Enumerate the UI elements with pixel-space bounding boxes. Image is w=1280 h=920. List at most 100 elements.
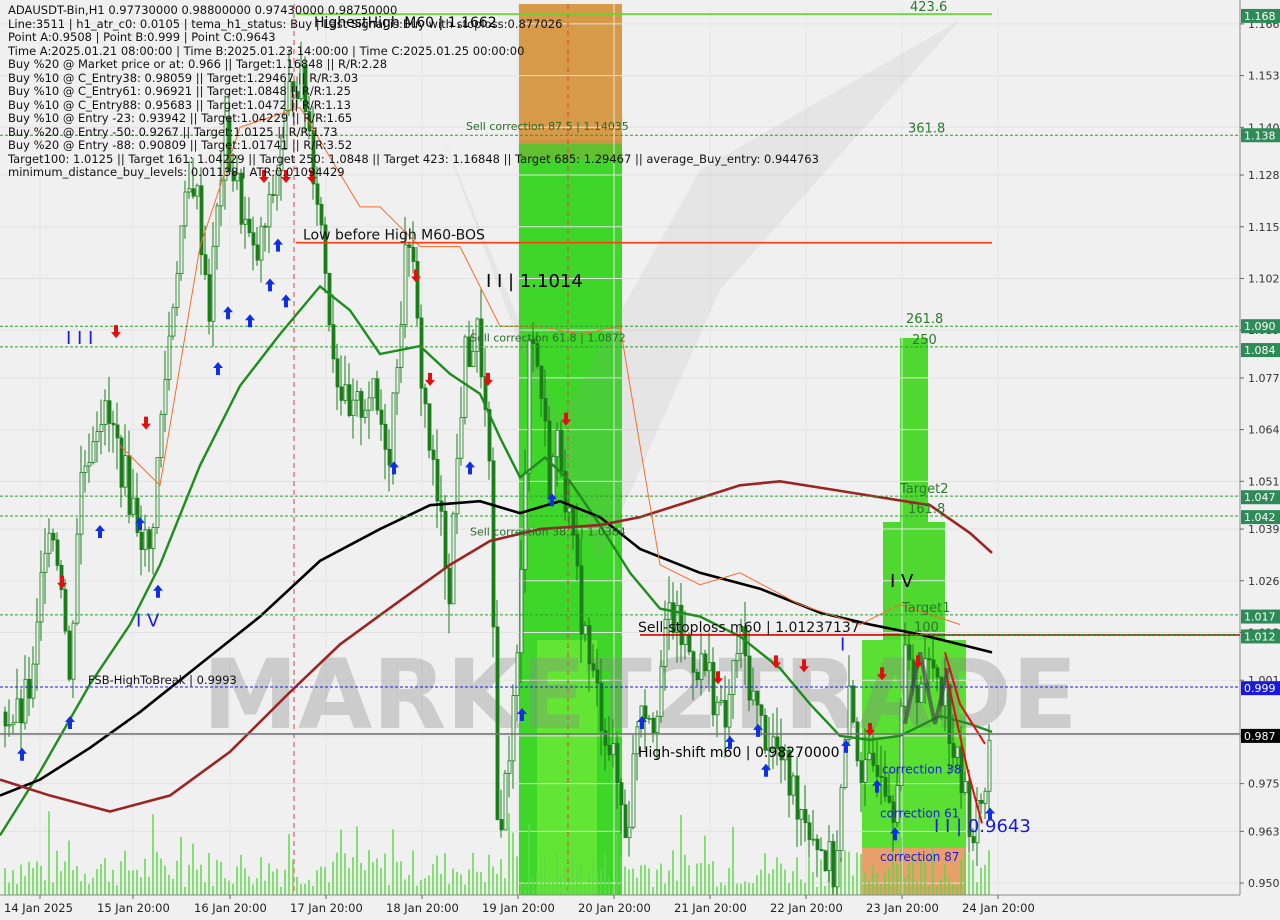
info-line: Buy %20 @ Entry -50: 0.9267 || Target:1.… xyxy=(8,124,338,139)
volume-bar xyxy=(820,859,822,895)
volume-bar xyxy=(28,862,30,895)
volume-bar xyxy=(684,854,686,895)
volume-bar xyxy=(88,883,90,895)
candle-body xyxy=(579,565,584,635)
volume-bar xyxy=(896,863,898,895)
volume-bar xyxy=(348,868,350,895)
volume-bar xyxy=(872,865,874,895)
candle-body xyxy=(619,782,624,806)
price-badge-label: 0.987 xyxy=(1244,730,1276,743)
volume-bar xyxy=(544,856,546,895)
level-label-target2: Target2 xyxy=(899,482,949,497)
volume-bar xyxy=(548,876,550,895)
price-tick-label: 1.128 xyxy=(1248,169,1280,182)
volume-bar xyxy=(972,860,974,895)
volume-bar xyxy=(516,856,518,895)
candle-body xyxy=(983,790,988,804)
volume-bar xyxy=(376,858,378,895)
volume-bar xyxy=(396,861,398,895)
candle-body xyxy=(23,678,28,724)
info-line: Line:3511 | h1_atr_c0: 0.0105 | tema_h1_… xyxy=(8,16,563,31)
volume-bar xyxy=(608,877,610,895)
candle-body xyxy=(251,232,256,246)
volume-bar xyxy=(392,829,394,895)
candle-body xyxy=(711,662,716,716)
candle-body xyxy=(423,387,428,405)
volume-bar xyxy=(380,867,382,895)
candle-body xyxy=(99,424,104,433)
candle-body xyxy=(495,626,500,820)
volume-bar xyxy=(676,880,678,895)
volume-bar xyxy=(976,882,978,895)
candle-body xyxy=(463,336,468,418)
volume-bar xyxy=(224,878,226,895)
volume-bar xyxy=(264,880,266,895)
volume-bar xyxy=(764,853,766,895)
candle-body xyxy=(555,429,560,458)
candle-body xyxy=(11,721,16,726)
candle-body xyxy=(499,819,504,831)
candle-body xyxy=(191,188,196,197)
volume-bar xyxy=(796,857,798,895)
annotation-label: Sell correction 38.2 | 1.0384 xyxy=(470,525,626,538)
volume-bar xyxy=(76,866,78,895)
volume-bar xyxy=(188,864,190,895)
volume-bar xyxy=(664,883,666,895)
volume-bar xyxy=(748,882,750,895)
volume-bar xyxy=(928,886,930,895)
volume-bar xyxy=(168,874,170,895)
price-badge-label: 1.138 xyxy=(1244,129,1276,142)
time-tick-label: 24 Jan 20:00 xyxy=(962,901,1035,915)
volume-bar xyxy=(980,867,982,895)
candle-body xyxy=(479,318,484,378)
candle-body xyxy=(731,660,736,695)
volume-bar xyxy=(536,874,538,895)
candle-body xyxy=(83,465,88,473)
volume-bar xyxy=(312,885,314,895)
candle-body xyxy=(863,759,868,783)
candle-body xyxy=(107,400,112,424)
volume-bar xyxy=(236,866,238,895)
candle-body xyxy=(3,711,8,727)
annotation-label: correction 87 xyxy=(880,850,959,864)
volume-bar xyxy=(72,870,74,895)
candle-body xyxy=(715,701,720,716)
volume-bar xyxy=(668,870,670,895)
level-label-sell-stoploss: Sell-stoploss m60 | 1.01237137 xyxy=(638,620,860,636)
candle-body xyxy=(979,799,984,804)
candle-body xyxy=(751,690,756,701)
volume-bar xyxy=(628,869,630,895)
volume-bar xyxy=(4,868,6,895)
candle-body xyxy=(807,822,812,840)
candle-body xyxy=(115,424,120,439)
volume-bar xyxy=(552,881,554,895)
candle-body xyxy=(927,658,932,661)
candle-body xyxy=(791,775,796,796)
volume-bar xyxy=(616,833,618,895)
volume-bar xyxy=(328,882,330,895)
candle-body xyxy=(559,429,564,472)
candle-body xyxy=(659,666,664,717)
volume-bar xyxy=(240,854,242,895)
volume-bar xyxy=(824,885,826,895)
volume-bar xyxy=(292,859,294,895)
volume-bar xyxy=(540,852,542,895)
candle-body xyxy=(123,455,128,488)
volume-bar xyxy=(180,836,182,895)
volume-bar xyxy=(316,870,318,895)
volume-bar xyxy=(660,863,662,895)
volume-bar xyxy=(116,885,118,895)
volume-bar xyxy=(124,850,126,895)
volume-bar xyxy=(612,885,614,895)
candle-body xyxy=(723,700,728,728)
volume-bar xyxy=(276,868,278,895)
candle-body xyxy=(871,752,876,766)
candle-body xyxy=(703,653,708,672)
volume-bar xyxy=(472,852,474,895)
candle-body xyxy=(583,625,588,635)
volume-bar xyxy=(800,879,802,895)
candle-body xyxy=(255,244,260,261)
volume-bar xyxy=(200,864,202,895)
volume-bar xyxy=(904,877,906,895)
candle-body xyxy=(831,841,836,888)
